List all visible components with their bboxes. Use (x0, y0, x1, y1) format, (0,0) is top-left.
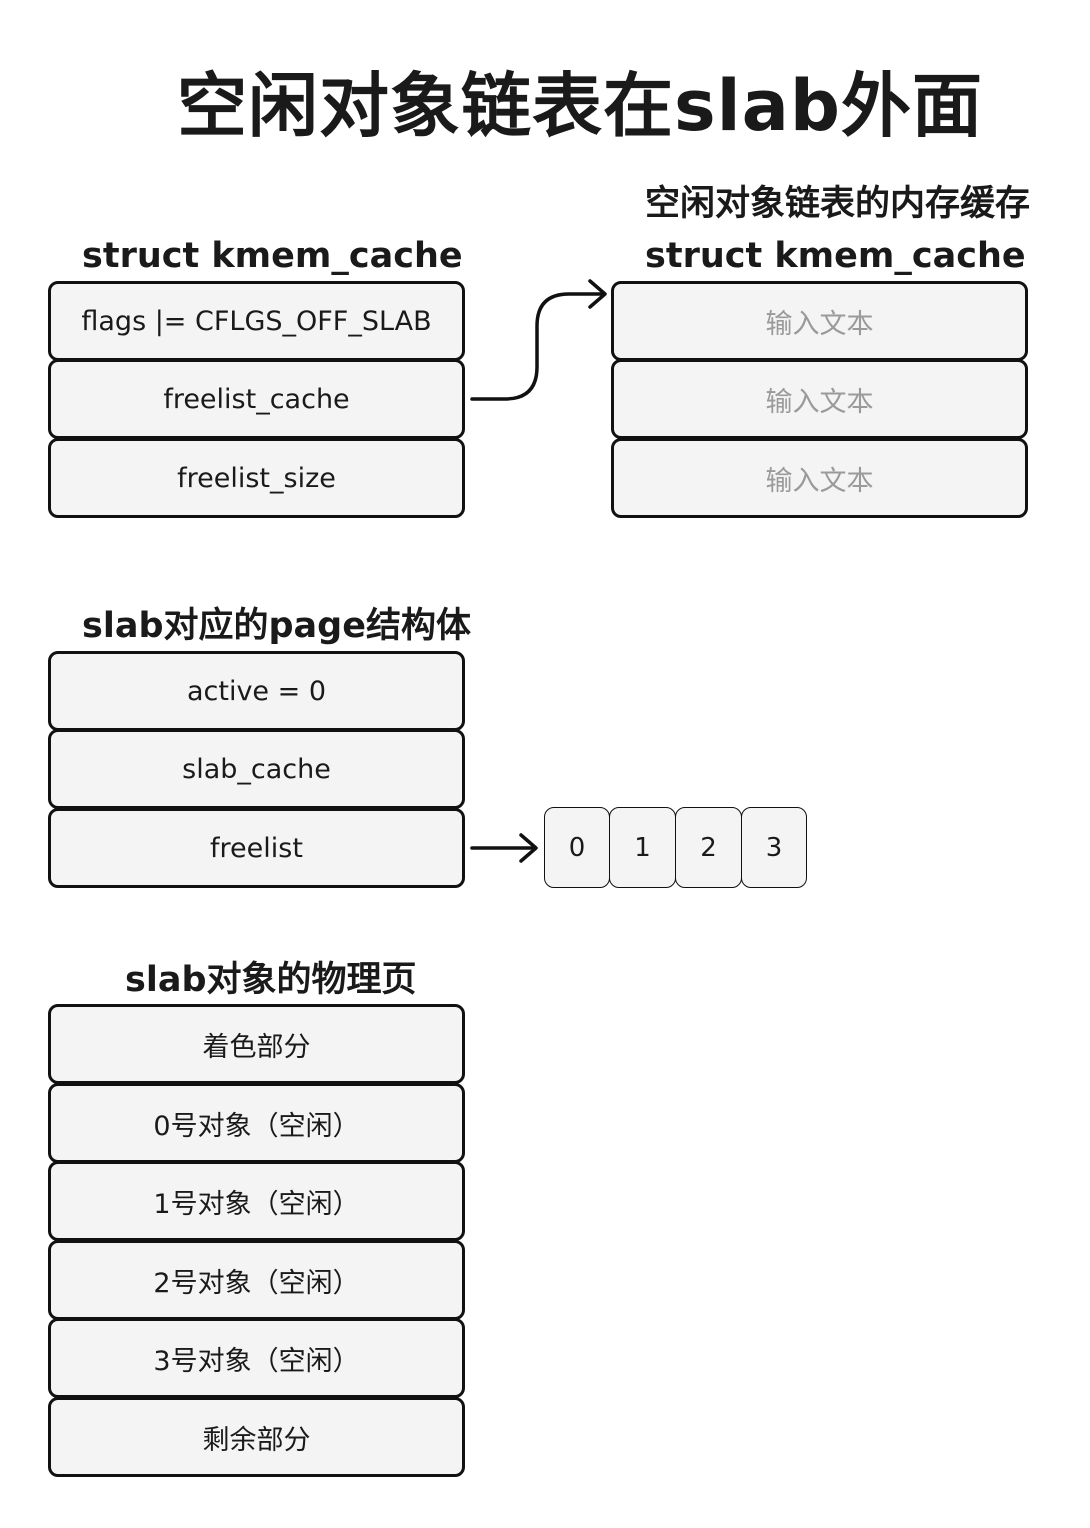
connector-layer (470, 279, 607, 863)
freelist-cache-arrow (470, 292, 606, 401)
